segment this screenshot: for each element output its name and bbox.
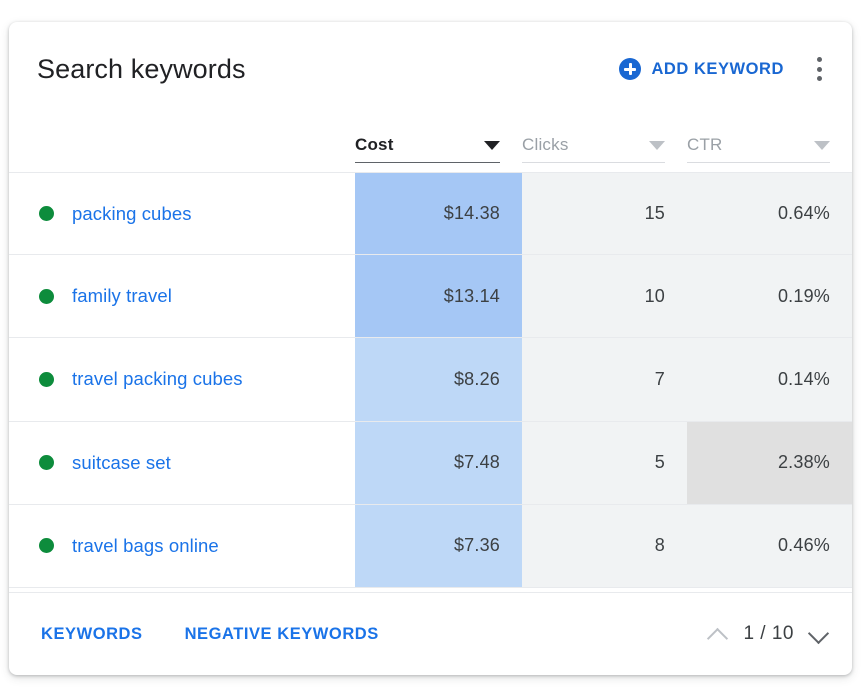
caret-down-icon[interactable] — [484, 140, 500, 150]
keyword-link[interactable]: family travel — [72, 285, 172, 307]
status-dot-icon — [39, 371, 54, 387]
clicks-cell: 7 — [522, 338, 687, 421]
add-keyword-label: ADD KEYWORD — [651, 59, 784, 78]
pagination: 1 / 10 — [707, 623, 830, 645]
table-header-row: Cost Clicks CTR — [9, 116, 852, 172]
ctr-cell: 0.19% — [687, 255, 852, 338]
tab-negative-keywords[interactable]: NEGATIVE KEYWORDS — [185, 625, 379, 644]
search-keywords-card: Search keywords ADD KEYWORD Cost Clicks … — [9, 22, 852, 675]
column-header-ctr-label: CTR — [687, 135, 723, 154]
clicks-cell: 15 — [522, 173, 687, 255]
column-header-ctr[interactable]: CTR — [687, 116, 852, 172]
table-row[interactable]: packing cubes $14.38 15 0.64% — [9, 172, 852, 256]
keyword-cell: travel bags online — [9, 505, 355, 587]
keyword-cell: travel packing cubes — [9, 338, 355, 420]
ctr-cell: 2.38% — [687, 421, 852, 504]
table-row[interactable]: travel bags online $7.36 8 0.46% — [9, 504, 852, 588]
plus-circle-icon — [619, 58, 642, 80]
table-row[interactable]: travel packing cubes $8.26 7 0.14% — [9, 338, 852, 422]
column-header-clicks[interactable]: Clicks — [522, 116, 687, 172]
keyword-cell: family travel — [9, 255, 355, 337]
kebab-dot — [816, 66, 822, 72]
caret-down-icon[interactable] — [649, 140, 665, 150]
page-title: Search keywords — [37, 53, 246, 84]
keyword-link[interactable]: travel packing cubes — [72, 368, 243, 390]
keyword-link[interactable]: travel bags online — [72, 535, 219, 557]
kebab-dot — [816, 76, 822, 81]
ctr-cell: 0.46% — [687, 504, 852, 587]
clicks-cell: 8 — [522, 504, 687, 587]
kebab-dot — [816, 57, 822, 62]
ctr-cell: 0.64% — [687, 173, 852, 255]
column-header-cost-label: Cost — [355, 135, 394, 154]
clicks-cell: 5 — [522, 421, 687, 504]
status-dot-icon — [39, 538, 54, 554]
status-dot-icon — [39, 455, 54, 471]
status-dot-icon — [39, 288, 54, 304]
caret-down-icon[interactable] — [814, 140, 830, 150]
column-header-cost[interactable]: Cost — [355, 116, 522, 172]
cost-cell: $8.26 — [355, 338, 522, 421]
column-header-keyword — [9, 116, 355, 172]
chevron-down-icon[interactable] — [808, 623, 830, 645]
cost-cell: $7.36 — [355, 504, 522, 587]
clicks-cell: 10 — [522, 255, 687, 338]
cost-cell: $13.14 — [355, 255, 522, 338]
cost-cell: $7.48 — [355, 421, 522, 504]
keywords-table: Cost Clicks CTR packing cubes $14.38 15 … — [9, 116, 852, 592]
keyword-cell: packing cubes — [9, 173, 355, 254]
table-row[interactable]: suitcase set $7.48 5 2.38% — [9, 421, 852, 505]
keyword-cell: suitcase set — [9, 422, 355, 504]
keyword-link[interactable]: suitcase set — [72, 452, 171, 474]
chevron-up-icon[interactable] — [707, 623, 729, 645]
card-footer: KEYWORDS NEGATIVE KEYWORDS 1 / 10 — [9, 592, 852, 675]
page-indicator: 1 / 10 — [743, 623, 794, 644]
add-keyword-button[interactable]: ADD KEYWORD — [611, 52, 792, 86]
status-dot-icon — [39, 206, 54, 222]
more-vert-icon[interactable] — [806, 52, 832, 86]
table-row[interactable]: family travel $13.14 10 0.19% — [9, 255, 852, 339]
keyword-link[interactable]: packing cubes — [72, 203, 192, 225]
tab-keywords[interactable]: KEYWORDS — [41, 625, 143, 644]
cost-cell: $14.38 — [355, 173, 522, 255]
column-header-clicks-label: Clicks — [522, 135, 569, 154]
card-header: Search keywords ADD KEYWORD — [9, 22, 852, 116]
ctr-cell: 0.14% — [687, 338, 852, 421]
